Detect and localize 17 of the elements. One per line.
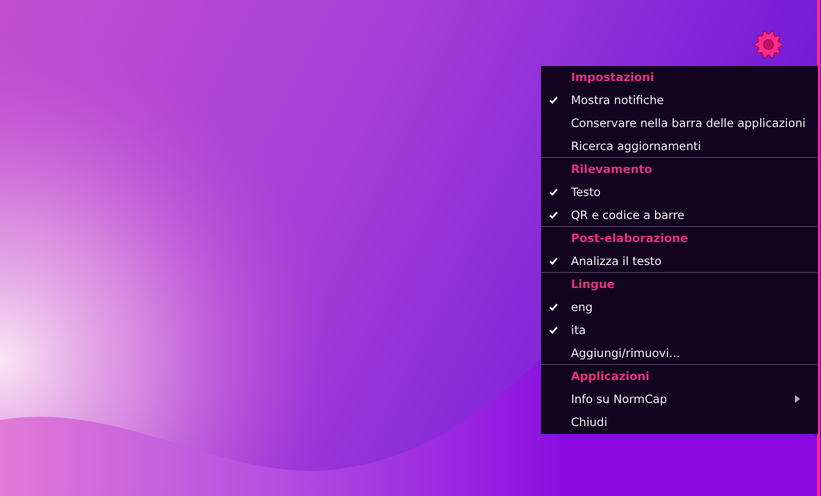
menu-item[interactable]: eng: [541, 295, 818, 318]
menu-section-header: Rilevamento: [570, 161, 654, 178]
menu-item[interactable]: Conservare nella barra delle applicazioni: [541, 111, 818, 134]
menu-section-header: Lingue: [570, 276, 616, 293]
settings-icon[interactable]: [753, 29, 784, 60]
menu-item[interactable]: Aggiungi/rimuovi...: [541, 341, 818, 364]
menu-item[interactable]: Mostra notifiche: [541, 88, 818, 111]
menu-item[interactable]: Testo: [541, 180, 818, 203]
menu-section-header: Impostazioni: [570, 69, 656, 86]
menu-item[interactable]: Chiudi: [541, 410, 818, 433]
menu-item[interactable]: Analizza il testo: [541, 249, 818, 272]
menu-item[interactable]: ita: [541, 318, 818, 341]
menu-section-header: Post-elaborazione: [570, 230, 690, 247]
menu-item[interactable]: QR e codice a barre: [541, 203, 818, 226]
menu-item[interactable]: Info su NormCap: [541, 387, 818, 410]
menu-item[interactable]: Ricerca aggiornamenti: [541, 134, 818, 157]
menu-section-header: Applicazioni: [570, 368, 650, 385]
